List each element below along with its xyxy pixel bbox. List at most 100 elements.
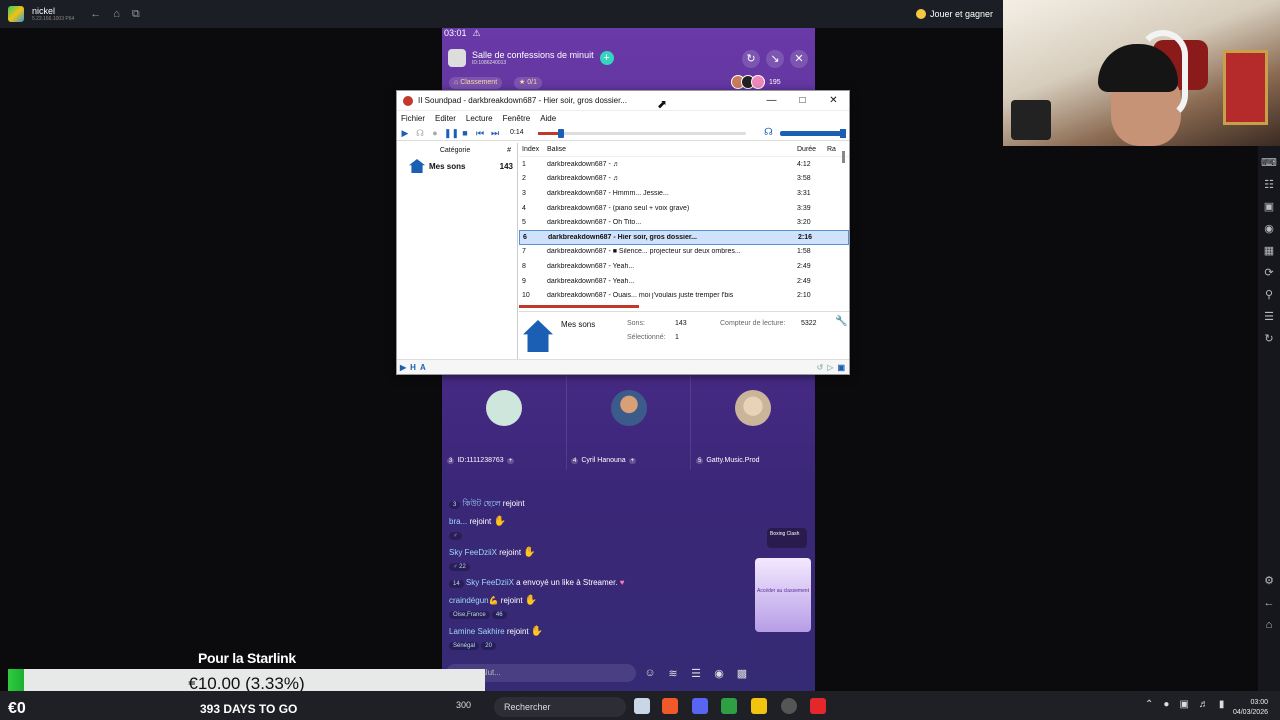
sound-row[interactable]: 1 darkbreakdown687 - ♬ 4:12: [519, 157, 849, 172]
audio-wave-icon[interactable]: ≋: [664, 667, 682, 680]
horizontal-scrollbar[interactable]: [519, 305, 639, 308]
close-icon[interactable]: ✕: [818, 95, 849, 106]
sound-row[interactable]: 2 darkbreakdown687 - ♬ 3:58: [519, 172, 849, 187]
sound-row[interactable]: 3 darkbreakdown687 - Hmmm... Jessie... 3:3…: [519, 186, 849, 201]
play-icon[interactable]: ▶: [400, 363, 406, 372]
game-icon[interactable]: ◉: [710, 667, 728, 680]
mic-icon[interactable]: ●: [429, 127, 441, 139]
next-icon[interactable]: ⏭: [489, 127, 501, 139]
layers-icon[interactable]: ☰: [1264, 310, 1274, 324]
mic-icon[interactable]: ●: [1163, 699, 1169, 710]
seek-bar[interactable]: [538, 129, 746, 138]
add-icon[interactable]: +: [628, 457, 637, 464]
chat-user[interactable]: কিউট ছেলে: [463, 499, 501, 508]
taskbar-widget-label[interactable]: 300: [456, 700, 471, 710]
discord-icon[interactable]: [692, 698, 708, 714]
scrollbar[interactable]: [842, 151, 845, 163]
speaker-icon[interactable]: ♬: [1199, 699, 1209, 710]
hotkey-icon[interactable]: H: [410, 363, 416, 372]
task-view-icon[interactable]: [634, 698, 650, 714]
back-icon[interactable]: ←: [90, 8, 101, 21]
back-icon[interactable]: ←: [1264, 596, 1275, 610]
menu-file[interactable]: Fichier: [401, 114, 425, 123]
menu-playback[interactable]: Lecture: [466, 114, 493, 123]
viewers[interactable]: 195: [731, 75, 781, 89]
obs-icon[interactable]: [781, 698, 797, 714]
sound-row[interactable]: 10 darkbreakdown687 - Ouais... moi j'voul…: [519, 288, 849, 303]
stop-icon[interactable]: ■: [459, 127, 471, 139]
category-header[interactable]: Catégorie: [403, 147, 507, 154]
chevron-up-icon[interactable]: ⌃: [1145, 699, 1153, 710]
sound-row[interactable]: 4 darkbreakdown687 - (piano seul + voix g…: [519, 201, 849, 216]
chat-user[interactable]: bra...: [449, 517, 467, 526]
wave-icon[interactable]: ✋: [525, 595, 537, 606]
sound-row[interactable]: 5 darkbreakdown687 - Oh Tito... 3:20: [519, 215, 849, 230]
youtube-icon[interactable]: [810, 698, 826, 714]
recent-apps-icon[interactable]: ⧉: [132, 8, 140, 21]
gamepad-icon[interactable]: ☷: [1264, 178, 1274, 192]
home-icon[interactable]: ⌂: [1266, 618, 1273, 632]
sound-row[interactable]: 9 darkbreakdown687 - Yeah... 2:49: [519, 274, 849, 289]
share-icon[interactable]: ↻: [742, 50, 760, 68]
previous-icon[interactable]: ⏮: [474, 127, 486, 139]
chat-user[interactable]: craindégun💪: [449, 596, 499, 605]
auto-icon[interactable]: A: [420, 363, 426, 372]
window-titlebar[interactable]: II Soundpad - darkbreakdown687 - Hier so…: [397, 91, 849, 111]
promo-banner[interactable]: Accéder au classement: [755, 558, 811, 632]
brave-icon[interactable]: [662, 698, 678, 714]
location-icon[interactable]: ⚲: [1265, 288, 1273, 302]
skip-icon[interactable]: ▷: [827, 363, 833, 372]
seat-avatar-4[interactable]: [611, 390, 647, 426]
wave-icon[interactable]: ✋: [494, 516, 506, 527]
chat-user[interactable]: Sky FeeDziiX: [466, 578, 514, 587]
settings-icon[interactable]: ⚙: [1264, 574, 1274, 588]
room-avatar[interactable]: [448, 49, 466, 67]
wave-icon[interactable]: ✋: [523, 547, 535, 558]
index-header[interactable]: Index: [519, 146, 547, 153]
menu-icon[interactable]: ☰: [687, 667, 705, 680]
menu-edit[interactable]: Editer: [435, 114, 456, 123]
headphones-icon[interactable]: ☊: [414, 127, 426, 139]
play-and-win-button[interactable]: Jouer et gagner: [915, 9, 993, 19]
tag-header[interactable]: Balise: [547, 146, 797, 153]
network-icon[interactable]: ▣: [1179, 699, 1188, 710]
wave-icon[interactable]: ✋: [531, 626, 543, 637]
boxing-clash-banner[interactable]: Boxing Clash: [767, 528, 807, 548]
sound-row[interactable]: 7 darkbreakdown687 - ■ Silence... project…: [519, 245, 849, 260]
seek-handle[interactable]: [557, 129, 564, 138]
record-icon[interactable]: ◉: [1264, 222, 1274, 236]
volume-slider[interactable]: [780, 129, 846, 138]
duration-header[interactable]: Durée: [797, 146, 827, 153]
app-green-icon[interactable]: [721, 698, 737, 714]
count-header[interactable]: #: [507, 147, 511, 154]
taskbar-clock[interactable]: 03:00 04/03/2026: [1222, 698, 1268, 718]
menu-window[interactable]: Fenêtre: [503, 114, 531, 123]
follow-plus-button[interactable]: +: [599, 51, 614, 65]
gallery-icon[interactable]: ▦: [1264, 244, 1274, 258]
chat-icon[interactable]: ▣: [837, 363, 845, 372]
seat-avatar-3[interactable]: [486, 390, 522, 426]
repeat-icon[interactable]: ↺: [817, 363, 824, 372]
keyboard-icon[interactable]: ⌨: [1261, 156, 1277, 170]
bluestacks-icon[interactable]: [751, 698, 767, 714]
add-icon[interactable]: +: [506, 457, 515, 464]
emoji-icon[interactable]: ☺: [641, 667, 659, 679]
category-item[interactable]: Mes sons 143: [397, 157, 517, 175]
home-icon[interactable]: ⌂: [113, 8, 120, 21]
rating-header[interactable]: Ra: [827, 146, 836, 153]
minimize-icon[interactable]: —: [756, 95, 787, 106]
close-icon[interactable]: ✕: [790, 50, 808, 68]
play-icon[interactable]: ▶: [399, 127, 411, 139]
chat-user[interactable]: Sky FeeDziiX: [449, 548, 497, 557]
sound-row[interactable]: 8 darkbreakdown687 - Yeah... 2:49: [519, 259, 849, 274]
minimize-icon[interactable]: ↘: [766, 50, 784, 68]
taskbar-search[interactable]: Rechercher: [494, 697, 626, 717]
maximize-icon[interactable]: □: [787, 95, 818, 106]
gift-icon[interactable]: ▩: [733, 667, 751, 680]
headphones-volume-icon[interactable]: ☊: [764, 127, 773, 138]
sound-row[interactable]: 6 darkbreakdown687 - Hier soir, gros doss…: [519, 229, 849, 245]
badge-chip[interactable]: ★ 0/1: [514, 77, 542, 89]
menu-help[interactable]: Aide: [540, 114, 556, 123]
pause-icon[interactable]: ❚❚: [444, 127, 459, 139]
screenshot-icon[interactable]: ▣: [1264, 200, 1274, 214]
